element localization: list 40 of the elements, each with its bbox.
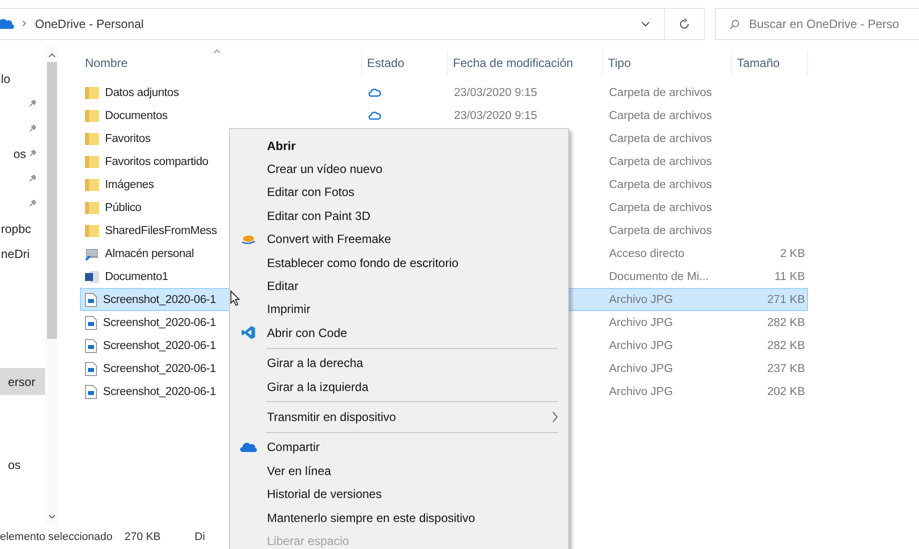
size-cell: 282 KB <box>767 316 805 328</box>
file-name: Público <box>105 202 142 214</box>
type-cell: Carpeta de archivos <box>609 86 712 98</box>
size-cell: 202 KB <box>767 386 805 398</box>
file-name: Imágenes <box>105 178 154 190</box>
type-cell: Carpeta de archivos <box>609 202 712 214</box>
type-cell: Archivo JPG <box>609 316 673 328</box>
file-name: Screenshot_2020-06-1 <box>103 316 216 328</box>
file-name: Screenshot_2020-06-1 <box>103 386 216 398</box>
type-cell: Carpeta de archivos <box>609 156 712 168</box>
file-name: Documento1 <box>105 270 168 282</box>
type-cell: Carpeta de archivos <box>609 132 712 144</box>
date-cell: 23/03/2020 9:15 <box>454 86 538 98</box>
status-text: Di <box>194 531 206 543</box>
size-cell: 2 KB <box>780 248 805 260</box>
type-cell: Carpeta de archivos <box>609 178 712 190</box>
file-name: SharedFilesFromMess <box>105 224 217 236</box>
file-name: Favoritos compartido <box>105 156 208 168</box>
type-cell: Archivo JPG <box>609 386 673 398</box>
status-text: elemento seleccionado <box>0 531 113 543</box>
file-name: Documentos <box>105 110 168 122</box>
size-cell: 11 KB <box>774 270 805 282</box>
file-name: Datos adjuntos <box>105 86 179 98</box>
file-name: Favoritos <box>105 132 150 144</box>
size-cell: 271 KB <box>767 294 805 306</box>
type-cell: Archivo JPG <box>609 340 673 352</box>
type-cell: Acceso directo <box>609 248 684 260</box>
file-name: Screenshot_2020-06-1 <box>103 362 216 374</box>
file-name: Screenshot_2020-06-1 <box>103 340 216 352</box>
type-cell: Archivo JPG <box>609 362 673 374</box>
size-cell: 237 KB <box>767 362 805 374</box>
file-name: Screenshot_2020-06-1 <box>103 294 216 306</box>
type-cell: Archivo JPG <box>609 294 673 306</box>
status-size: 270 KB <box>124 531 161 543</box>
type-cell: Carpeta de archivos <box>609 110 712 122</box>
file-name: Almacén personal <box>105 248 194 260</box>
size-cell: 282 KB <box>767 340 805 352</box>
type-cell: Carpeta de archivos <box>609 224 712 236</box>
date-cell: 23/03/2020 9:15 <box>454 110 538 122</box>
type-cell: Documento de Mi... <box>609 270 709 282</box>
